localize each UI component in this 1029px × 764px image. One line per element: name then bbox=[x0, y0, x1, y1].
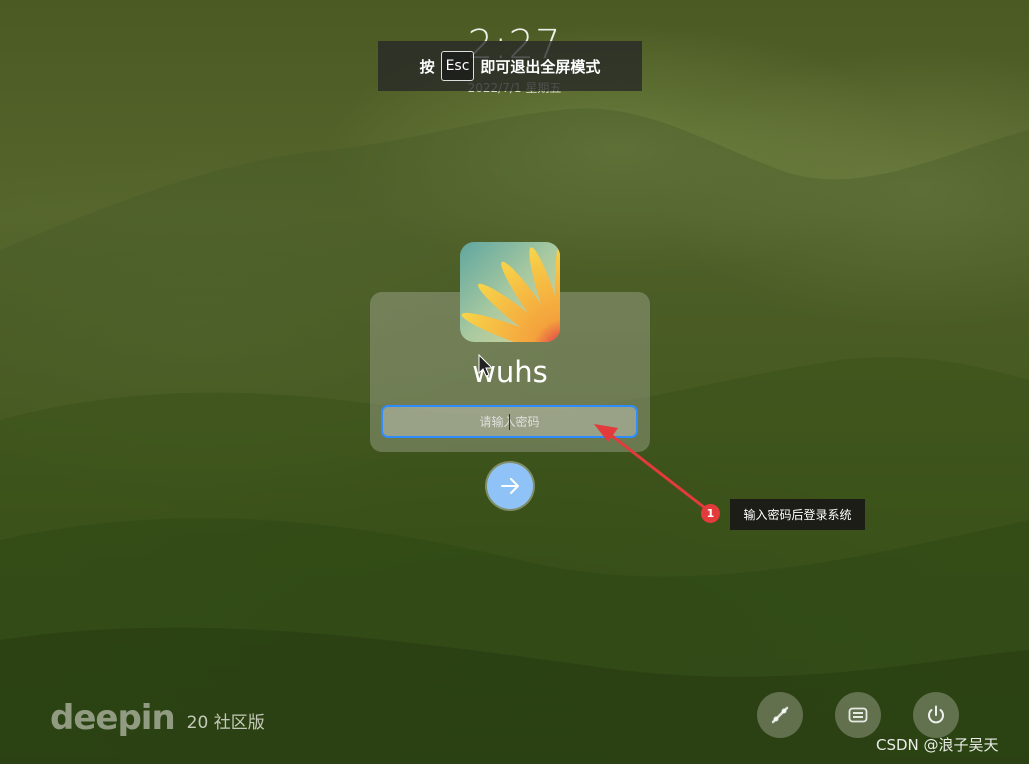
keyboard-layout-button[interactable] bbox=[835, 692, 881, 738]
login-submit-button[interactable] bbox=[487, 463, 533, 509]
fullscreen-exit-banner: 按 Esc 即可退出全屏模式 bbox=[378, 41, 642, 91]
edition-label: 20 社区版 bbox=[186, 713, 265, 733]
deepin-logo: deepin bbox=[50, 698, 176, 738]
banner-suffix: 即可退出全屏模式 bbox=[480, 57, 601, 76]
keyboard-icon bbox=[848, 707, 868, 723]
mouse-pointer-icon bbox=[478, 354, 494, 377]
annotation-badge: 1 bbox=[701, 504, 720, 523]
esc-key-label: Esc bbox=[440, 51, 475, 81]
flower-avatar-image bbox=[460, 242, 560, 342]
os-branding: deepin 20 社区版 bbox=[50, 700, 265, 736]
csdn-watermark: CSDN @浪子吴天 bbox=[876, 736, 999, 754]
username-label: wuhs bbox=[472, 355, 548, 389]
power-icon bbox=[928, 705, 944, 724]
user-switch-icon bbox=[771, 706, 789, 724]
annotation-tooltip: 输入密码后登录系统 bbox=[730, 499, 865, 530]
power-button[interactable] bbox=[913, 692, 959, 738]
banner-prefix: 按 bbox=[419, 57, 435, 76]
text-caret bbox=[509, 414, 510, 430]
arrow-right-icon bbox=[501, 478, 519, 494]
user-avatar[interactable] bbox=[460, 242, 560, 342]
switch-user-button[interactable] bbox=[757, 692, 803, 738]
